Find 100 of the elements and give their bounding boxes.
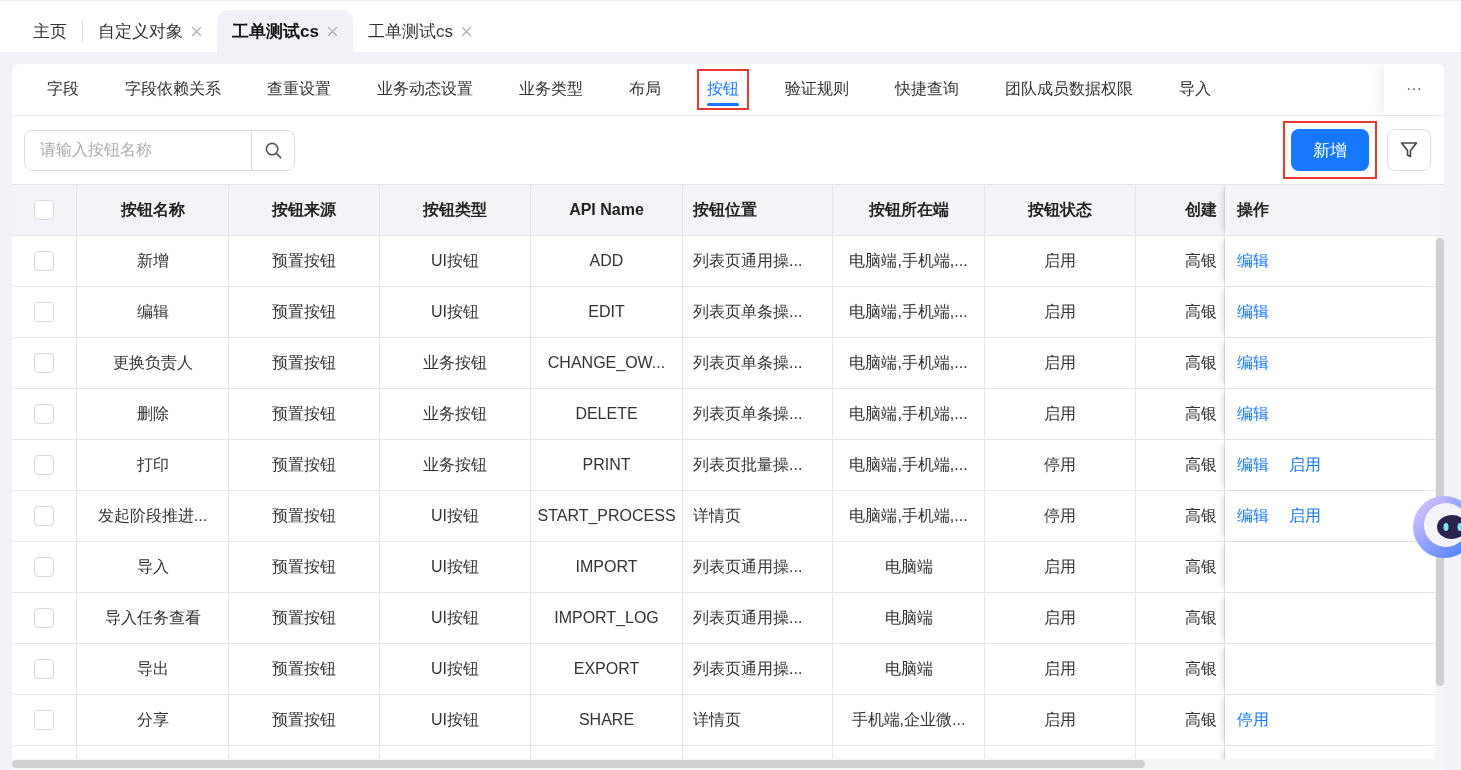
table-cell-text: 启用 (1044, 556, 1076, 577)
table-cell-text: 导入任务查看 (104, 607, 201, 628)
page-tab[interactable]: 自定义对象 (83, 10, 217, 52)
table-cell: IMPORT (575, 558, 638, 576)
table-cell-text: 业务按钮 (423, 352, 487, 373)
table-cell-text: 手机端,企业微... (851, 709, 966, 730)
table-cell-text: 启用 (1044, 301, 1076, 322)
page-tab[interactable]: 工单测试cs (352, 10, 487, 52)
settings-tab[interactable]: 业务动态设置 (367, 69, 483, 110)
table-cell-text: 高银 (1185, 709, 1217, 730)
scrollbar-thumb[interactable] (12, 760, 1145, 768)
table-cell-text: 列表页单条操... (693, 301, 803, 322)
action-link[interactable]: 停用 (1237, 709, 1269, 731)
table-cell-text: UI按钮 (431, 607, 479, 628)
settings-tab[interactable]: 团队成员数据权限 (995, 69, 1143, 110)
settings-tab[interactable]: 字段 (37, 69, 89, 110)
table-cell-text: 导入 (136, 556, 169, 577)
table-cell-text: 打印 (136, 454, 169, 475)
checkbox[interactable] (34, 557, 54, 577)
table-cell-text: 电脑端,手机端,... (849, 352, 968, 373)
close-icon[interactable] (326, 25, 338, 37)
table-cell-text: 删除 (136, 403, 169, 424)
settings-tab[interactable]: 查重设置 (257, 69, 341, 110)
table-cell-text: UI按钮 (431, 301, 479, 322)
table-cell-text: 列表页批量操... (693, 454, 803, 475)
checkbox[interactable] (34, 404, 54, 424)
close-icon[interactable] (460, 25, 472, 37)
page-tab[interactable]: 工单测试cs (217, 10, 353, 52)
table-cell-text: UI按钮 (431, 709, 479, 730)
table-cell-text: 电脑端,手机端,... (849, 454, 968, 475)
settings-tab[interactable]: 导入 (1169, 69, 1221, 110)
table-cell-text: 电脑端,手机端,... (849, 301, 968, 322)
action-link[interactable]: 编辑 (1237, 352, 1269, 374)
settings-tab[interactable]: 按钮 (697, 69, 749, 110)
table-cell: DELETE (575, 405, 638, 423)
settings-tab[interactable]: 业务类型 (509, 69, 593, 110)
action-link[interactable]: 编辑 (1237, 250, 1269, 272)
table-cell-text: 电脑端 (884, 658, 933, 679)
table-cell-text: 预置按钮 (272, 556, 336, 577)
table-cell-text: 停用 (1044, 454, 1076, 475)
checkbox[interactable] (34, 608, 54, 628)
table-cell: EDIT (588, 303, 625, 321)
checkbox[interactable] (34, 200, 54, 220)
table-cell-text: 预置按钮 (272, 607, 336, 628)
table-cell-text: 启用 (1044, 658, 1076, 679)
table-cell-text: 预置按钮 (272, 403, 336, 424)
table-cell: SHARE (578, 711, 635, 729)
table-cell-text: 业务按钮 (423, 454, 487, 475)
table-cell-text: 高银 (1185, 607, 1217, 628)
table-cell-text: 预置按钮 (272, 505, 336, 526)
action-link[interactable]: 启用 (1289, 505, 1321, 527)
table-cell-text: 电脑端,手机端,... (849, 403, 968, 424)
filter-button[interactable] (1387, 129, 1431, 171)
table-cell: START_PROCESS (537, 507, 676, 525)
action-link[interactable]: 编辑 (1237, 301, 1269, 323)
checkbox[interactable] (34, 302, 54, 322)
action-link[interactable]: 编辑 (1237, 505, 1269, 527)
table-cell-text: 预置按钮 (272, 709, 336, 730)
filter-icon[interactable] (1399, 140, 1419, 160)
table-cell-text: 高银 (1185, 403, 1217, 424)
table-cell-text: 列表页单条操... (693, 352, 803, 373)
table-cell-text: UI按钮 (431, 250, 479, 271)
checkbox[interactable] (34, 251, 54, 271)
settings-tab[interactable]: 验证规则 (775, 69, 859, 110)
column-header: 按钮类型 (423, 199, 487, 220)
table-cell-text: 导出 (136, 658, 169, 679)
column-header: 按钮所在端 (868, 199, 949, 220)
table-cell: ADD (589, 252, 624, 270)
more-button[interactable]: ··· (1384, 64, 1444, 114)
column-header: API Name (569, 201, 644, 219)
page-tab[interactable]: 主页 (18, 10, 82, 52)
table-cell-text: 电脑端 (884, 556, 933, 577)
table-cell-text: 高银 (1185, 658, 1217, 679)
table-cell-text: UI按钮 (431, 658, 479, 679)
checkbox[interactable] (34, 506, 54, 526)
settings-tab[interactable]: 布局 (619, 69, 671, 110)
action-link[interactable]: 启用 (1289, 454, 1321, 476)
table-cell-text: 预置按钮 (272, 301, 336, 322)
table-cell-text: 启用 (1044, 709, 1076, 730)
checkbox[interactable] (34, 455, 54, 475)
add-button[interactable]: 新增 (1291, 129, 1369, 171)
table-cell-text: 预置按钮 (272, 454, 336, 475)
table-cell-text: 停用 (1044, 505, 1076, 526)
settings-tab[interactable]: 字段依赖关系 (115, 69, 231, 110)
close-icon[interactable] (191, 25, 202, 37)
search-icon[interactable] (263, 140, 283, 160)
action-link[interactable]: 编辑 (1237, 454, 1269, 476)
search-field[interactable]: 请输入按钮名称 (24, 129, 295, 171)
table-cell-text: 预置按钮 (272, 250, 336, 271)
table-cell-text: 高银 (1185, 301, 1217, 322)
checkbox[interactable] (34, 353, 54, 373)
column-header: 操作 (1237, 199, 1269, 220)
settings-tab[interactable]: 快捷查询 (885, 69, 969, 110)
assistant-robot-icon[interactable] (1412, 495, 1461, 559)
checkbox[interactable] (34, 659, 54, 679)
column-header: 按钮名称 (120, 199, 185, 220)
checkbox[interactable] (34, 710, 54, 730)
column-header: 按钮来源 (272, 199, 336, 220)
table-cell-text: UI按钮 (431, 556, 479, 577)
action-link[interactable]: 编辑 (1237, 403, 1269, 425)
